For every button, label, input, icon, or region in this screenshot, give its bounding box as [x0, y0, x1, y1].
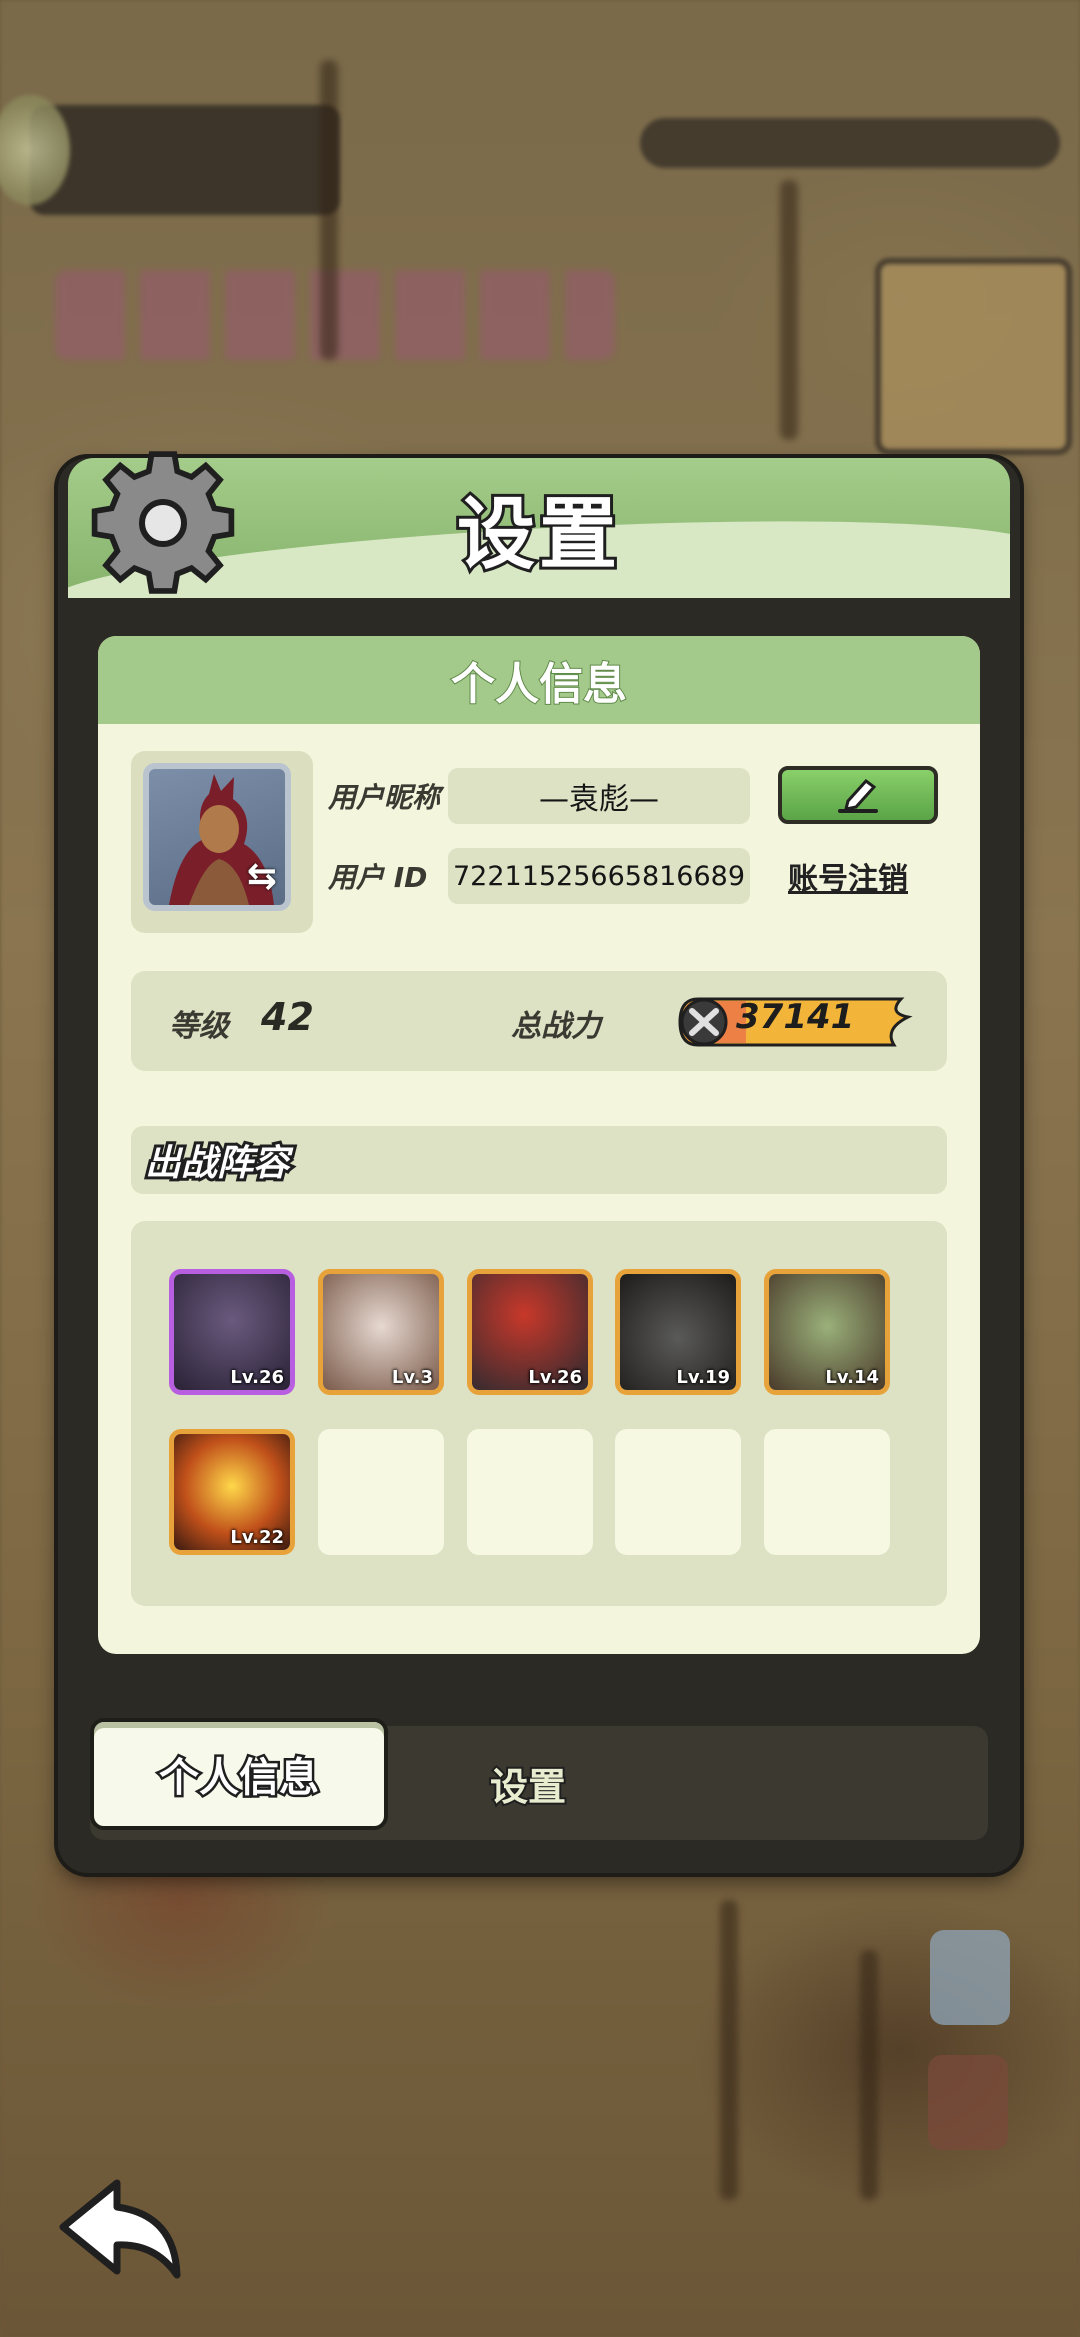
settings-panel: 设置 个人信息 ⇆ 用户昵称 —袁彪— 用户 ID 72211525665816… [58, 451, 1020, 1873]
avatar-frame[interactable]: ⇆ [131, 751, 313, 933]
nickname-field: —袁彪— [448, 768, 750, 824]
hero-slot[interactable]: Lv.19 [615, 1269, 741, 1395]
hero-slot[interactable]: Lv.22 [169, 1429, 295, 1555]
user-id-field: 72211525665816689 [448, 848, 750, 904]
tree [320, 60, 338, 360]
empty-slot[interactable] [467, 1429, 593, 1555]
level-label: 等级 [169, 1009, 229, 1044]
resource-bar [640, 118, 1060, 168]
swap-icon[interactable]: ⇆ [247, 856, 277, 897]
hero-level: Lv.19 [676, 1367, 730, 1388]
level-value: 42 [261, 995, 314, 1039]
tab-profile[interactable]: 个人信息 [90, 1718, 388, 1830]
user-id-label: 用户 ID [328, 861, 428, 894]
pencil-icon [838, 778, 878, 813]
lineup-title: 出战阵容 [131, 1126, 947, 1194]
lineup-grid: Lv.26 Lv.3 Lv.26 Lv.19 Lv.14 Lv.22 [131, 1221, 947, 1606]
gear-icon [91, 451, 235, 594]
section-header-profile: 个人信息 [98, 636, 980, 724]
stats-row: 等级 42 总战力 37141 [131, 971, 947, 1071]
profile-content: 个人信息 ⇆ 用户昵称 —袁彪— 用户 ID 72211525665816689… [98, 636, 980, 1654]
hero-level: Lv.14 [825, 1367, 879, 1388]
hero-slot[interactable]: Lv.3 [318, 1269, 444, 1395]
power-value: 37141 [736, 997, 855, 1037]
nickname-label: 用户昵称 [328, 781, 441, 814]
tab-bar: 个人信息 设置 [90, 1718, 988, 1840]
hero-level: Lv.26 [230, 1367, 284, 1388]
avatar[interactable]: ⇆ [143, 763, 291, 911]
empty-slot[interactable] [764, 1429, 890, 1555]
side-menu-icon[interactable] [928, 2055, 1008, 2150]
power-badge: 37141 [676, 995, 916, 1049]
tab-settings[interactable]: 设置 [488, 1756, 568, 1811]
player-hud-bar [30, 105, 340, 215]
power-label: 总战力 [511, 1009, 601, 1044]
edit-nickname-button[interactable] [778, 766, 938, 824]
hero-level: Lv.22 [230, 1527, 284, 1548]
empty-slot[interactable] [318, 1429, 444, 1555]
tree [780, 180, 798, 440]
hero-slot[interactable]: Lv.26 [467, 1269, 593, 1395]
empty-slot[interactable] [615, 1429, 741, 1555]
hero-slot[interactable]: Lv.26 [169, 1269, 295, 1395]
back-arrow-icon[interactable] [55, 2175, 195, 2285]
side-menu-icon[interactable] [930, 1930, 1010, 2025]
delete-account-link[interactable]: 账号注销 [788, 854, 908, 898]
tree [860, 1950, 878, 2200]
tree [720, 1900, 738, 2200]
hero-level: Lv.3 [391, 1367, 433, 1388]
hero-level: Lv.26 [528, 1367, 582, 1388]
minimap [875, 258, 1072, 455]
hero-slot[interactable]: Lv.14 [764, 1269, 890, 1395]
